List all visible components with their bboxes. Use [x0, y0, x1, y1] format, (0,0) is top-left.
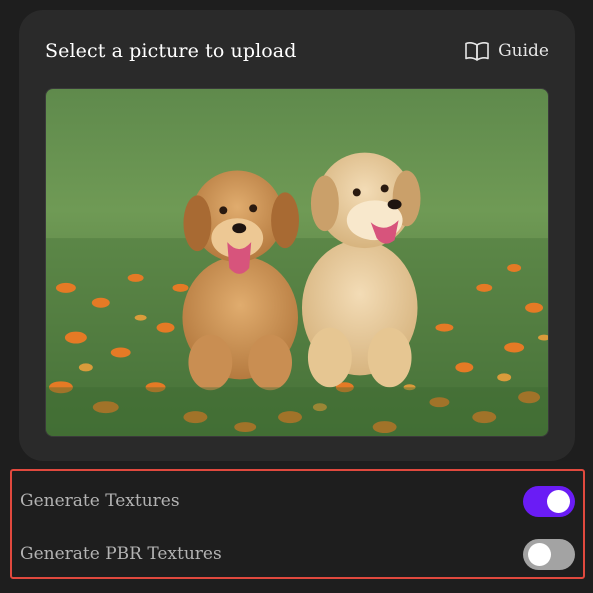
- puppies-photo: [46, 89, 548, 436]
- uploaded-image[interactable]: [45, 88, 549, 437]
- option-label: Generate PBR Textures: [20, 544, 222, 564]
- option-generate-pbr-textures: Generate PBR Textures: [20, 537, 575, 571]
- guide-label: Guide: [498, 41, 549, 61]
- right-puppy: [301, 152, 421, 388]
- option-label: Generate Textures: [20, 491, 180, 511]
- generation-options: Generate Textures Generate PBR Textures: [10, 469, 585, 579]
- toggle-knob: [547, 489, 570, 513]
- guide-link[interactable]: Guide: [464, 41, 549, 61]
- upload-card-header: Select a picture to upload Guide: [45, 38, 549, 64]
- generate-textures-toggle[interactable]: [523, 485, 575, 517]
- book-icon: [464, 41, 490, 61]
- upload-card: Select a picture to upload Guide: [19, 10, 575, 461]
- left-puppy: [182, 170, 299, 391]
- toggle-knob: [528, 542, 551, 566]
- generate-pbr-textures-toggle[interactable]: [523, 538, 575, 570]
- upload-title: Select a picture to upload: [45, 40, 297, 62]
- option-generate-textures: Generate Textures: [20, 484, 575, 518]
